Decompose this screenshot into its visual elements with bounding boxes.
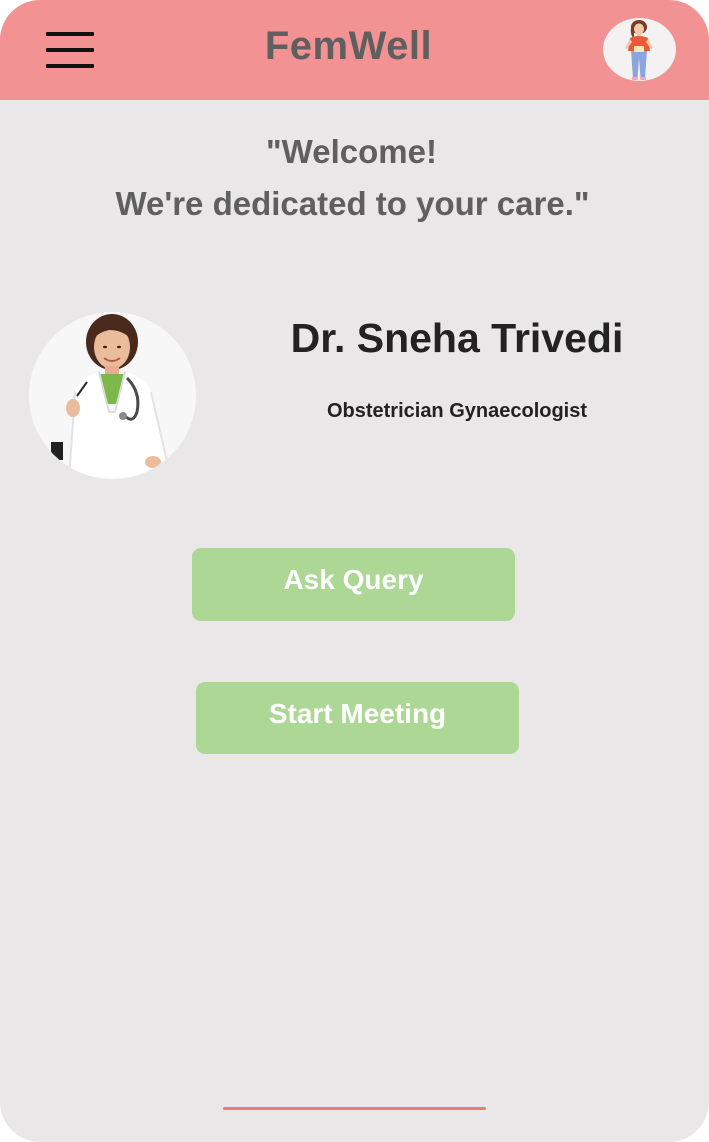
welcome-line-1: "Welcome! bbox=[266, 133, 437, 170]
woman-avatar-illustration bbox=[625, 20, 653, 80]
start-meeting-button[interactable]: Start Meeting bbox=[196, 682, 519, 754]
doctor-portrait-illustration bbox=[29, 312, 196, 479]
home-indicator[interactable] bbox=[223, 1107, 486, 1110]
profile-avatar[interactable] bbox=[603, 18, 676, 81]
doctor-photo bbox=[29, 312, 196, 479]
welcome-line-2: We're dedicated to your care." bbox=[115, 185, 590, 222]
doctor-name: Dr. Sneha Trivedi bbox=[290, 315, 624, 361]
doctor-specialty: Obstetrician Gynaecologist bbox=[326, 400, 588, 422]
app-title: FemWell bbox=[264, 24, 433, 68]
top-bar: FemWell bbox=[0, 0, 709, 100]
welcome-message: "Welcome! We're dedicated to your care." bbox=[0, 126, 709, 230]
app-screen: FemWell "Welcome! We're dedicated to you… bbox=[0, 0, 709, 1142]
ask-query-button[interactable]: Ask Query bbox=[192, 548, 515, 621]
